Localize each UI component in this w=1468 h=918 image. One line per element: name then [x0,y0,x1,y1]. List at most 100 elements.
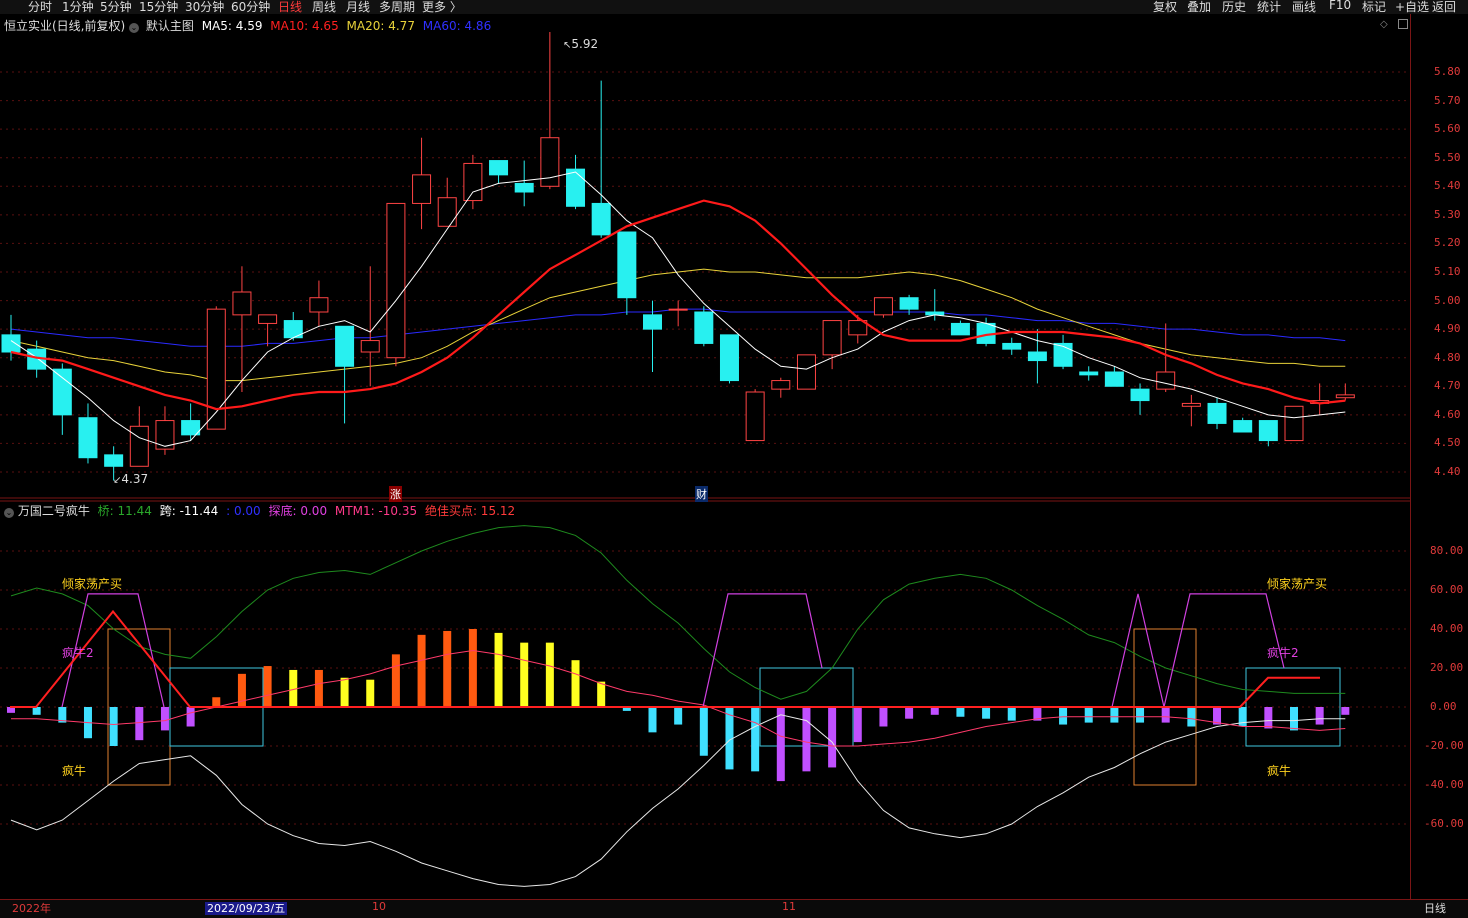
indicator-bar [597,681,606,707]
period-tab-0[interactable]: 分时 [28,0,52,15]
candle-body-up [1181,402,1201,407]
candle-body-down [1233,420,1253,433]
candle-body-down [950,322,970,336]
indicator-bar [314,669,323,707]
price-tick: 4.40 [1434,465,1461,478]
indicator-bar [1264,707,1273,729]
candle-body-down [899,297,919,310]
candle-body-down [489,160,509,176]
period-tab-7[interactable]: 周线 [312,0,336,15]
indicator-tick: 80.00 [1430,544,1464,557]
period-tab-2[interactable]: 5分钟 [100,0,132,15]
toolbar-btn-2[interactable]: 历史 [1222,0,1246,15]
candle-body-down [1053,342,1073,367]
period-tab-4[interactable]: 30分钟 [185,0,224,15]
candle-body-up [360,340,380,353]
zhang-marker[interactable]: 涨 [389,486,402,502]
signal-trap [702,593,823,708]
candle-body-up [745,391,765,442]
toolbar-btn-6[interactable]: 标记 [1362,0,1386,15]
period-tab-6[interactable]: 日线 [278,0,302,15]
candle-body-up [232,291,252,316]
price-tick: 5.80 [1434,65,1461,78]
candle-body-down [643,314,662,330]
white-wave-line [10,714,1346,887]
candle-body-up [129,425,149,467]
indicator-bar [751,707,760,772]
period-tab-5[interactable]: 60分钟 [231,0,270,15]
indicator-bar [776,707,785,782]
indicator-bar [956,707,965,717]
indicator-bar [1238,707,1247,727]
toolbar-btn-3[interactable]: 统计 [1257,0,1281,15]
toolbar-btn-0[interactable]: 复权 [1153,0,1177,15]
candle-body-down [694,311,714,344]
indicator-tick: -60.00 [1424,817,1464,830]
indicator-bar [1136,707,1145,723]
indicator-bar [1110,707,1119,723]
period-tab-8[interactable]: 月线 [346,0,370,15]
candle-body-down [1258,420,1278,442]
low-price-label: ↙4.37 [113,472,149,486]
indicator-bar [674,707,683,725]
indicator-tick: 40.00 [1430,622,1464,635]
indicator-bar [853,707,862,743]
toolbar-btn-1[interactable]: 叠加 [1187,0,1211,15]
indicator-bar [1315,707,1324,725]
toolbar-btn-5[interactable]: F10 [1329,0,1351,12]
indicator-bar [545,642,554,707]
kline-chart[interactable] [0,14,1410,900]
period-tab-1[interactable]: 1分钟 [62,0,94,15]
period-tab-10[interactable]: 更多 〉 [422,0,462,15]
period-tab-3[interactable]: 15分钟 [139,0,178,15]
candle-body-up [386,202,406,359]
candle-body-up [771,380,791,390]
indicator-bar [1059,707,1068,725]
candle-body-up [540,137,560,187]
signal-fengniu2-right: 疯牛2 [1267,646,1299,660]
date-label-nov: 11 [782,900,796,913]
signal-fengniu2-left: 疯牛2 [62,646,94,660]
candle-body-down [1027,351,1047,362]
indicator-bar [417,634,426,707]
period-tab-9[interactable]: 多周期 [379,0,415,15]
toolbar-btn-8[interactable]: 返回 [1432,0,1456,15]
candle-body-down [1207,402,1227,424]
signal-trap [1111,593,1285,708]
candle-body-up [412,174,432,204]
indicator-tick: 20.00 [1430,661,1464,674]
price-tick: 5.00 [1434,293,1461,307]
period-label[interactable]: 日线 [1424,900,1446,916]
indicator-bar [1341,707,1350,715]
signal-fengniu-right: 疯牛 [1267,764,1292,778]
indicator-bar [443,630,452,707]
indicator-bar [1007,707,1016,721]
candle-body-up [309,297,329,313]
cai-marker[interactable]: 财 [695,486,708,502]
indicator-bar [828,707,837,768]
candle-body-up [258,314,278,324]
period-toolbar: 分时 1分钟 5分钟 15分钟 30分钟 60分钟 日线 周线 月线 多周期 更多 〉 复权 叠加 历史… [0,0,1468,14]
toolbar-btn-4[interactable]: 画线 [1292,0,1316,15]
candle-body-down [617,231,637,299]
toolbar-btn-7[interactable]: +自选 [1395,0,1429,15]
indicator-bar [802,707,811,772]
candle-body-up [1284,405,1304,442]
indicator-bar [135,707,144,741]
candle-body-up [1335,394,1355,399]
indicator-bar [571,660,580,707]
indicator-bar [699,707,708,756]
candle-body-up [206,308,226,430]
indicator-bar [1161,707,1170,723]
candle-body-up [1156,371,1176,390]
candle-body-down [1002,342,1022,350]
indicator-bar [1290,707,1298,731]
indicator-bar [648,707,657,733]
date-label-cursor: 2022/09/23/五 [205,902,288,915]
indicator-bar [494,632,503,707]
indicator-bar [160,707,169,731]
indicator-bar [109,707,118,746]
candle-body-down [181,420,201,436]
candle-body-down [514,182,534,193]
candle-body-up [873,297,893,316]
